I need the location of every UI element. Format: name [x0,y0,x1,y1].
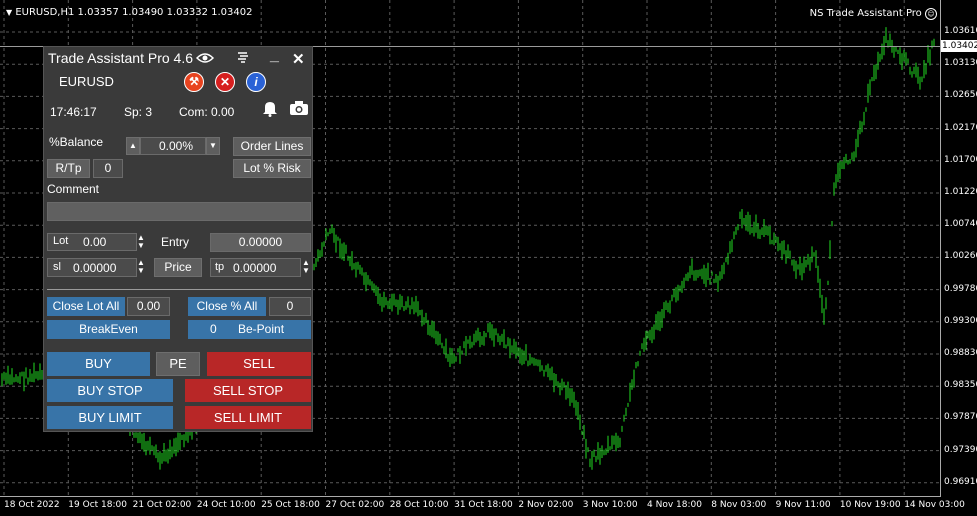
lot-risk-button[interactable]: Lot % Risk [233,159,311,178]
panel-title[interactable]: Trade Assistant Pro 4.6 [48,50,193,66]
balance-label: %Balance [49,135,104,149]
cancel-icon[interactable]: ✕ [215,72,235,92]
close-panel-button[interactable]: ✕ [292,50,305,68]
time-axis-label: 10 Nov 19:00 [839,500,901,510]
expert-advisor-name: NS Trade Assistant Pro ☺ [810,8,937,20]
lot-spinner[interactable]: ▲ ▼ [137,234,145,250]
be-point-field[interactable]: 0 Be-Point [188,320,311,339]
time-axis-label: 21 Oct 02:00 [132,500,192,510]
time-axis-label: 14 Nov 03:00 [904,500,965,510]
balance-percent-input[interactable]: 0.00% [140,137,206,155]
comment-input[interactable] [47,202,311,221]
price-axis-label: 0.99300 [944,315,977,326]
entry-label: Entry [161,235,190,249]
pe-button[interactable]: PE [156,352,200,376]
price-axis-label: 0.98350 [944,380,977,391]
lot-field[interactable]: Lot 0.00 [47,233,137,251]
close-percent-all-button[interactable]: Close % All [188,297,266,316]
entry-input[interactable]: 0.00000 [210,233,311,252]
rtp-button[interactable]: R/Tp [47,159,90,178]
time-axis-label: 8 Nov 03:00 [711,500,767,510]
minimize-button[interactable]: _ [270,47,279,65]
close-percent-input[interactable]: 0 [269,297,311,316]
tp-input[interactable]: 0.00000 [233,261,276,275]
commission-readout: Com: 0.00 [179,105,235,119]
time-axis-label: 27 Oct 02:00 [325,500,385,510]
buy-button[interactable]: BUY [47,352,150,376]
time-axis-label: 31 Oct 18:00 [454,500,513,510]
price-axis-label: 0.98830 [944,348,977,358]
time-axis-label: 4 Nov 18:00 [647,500,702,510]
tp-field[interactable]: tp 0.00000 [210,258,301,277]
lot-input[interactable]: 0.00 [83,235,106,249]
price-axis-label: 1.00260 [944,251,977,262]
chart-symbol-header: ▼ EURUSD,H1 1.03357 1.03490 1.03332 1.03… [6,7,253,18]
trade-assistant-panel[interactable]: Trade Assistant Pro 4.6 _ ✕ EURUSD ⚒ ✕ i… [43,46,313,432]
time-axis-label: 28 Oct 10:00 [389,500,449,510]
close-lot-all-button[interactable]: Close Lot All [47,297,125,316]
buy-stop-button[interactable]: BUY STOP [47,379,173,402]
eye-icon[interactable] [196,52,214,64]
bell-icon[interactable] [262,100,278,117]
price-axis-label: 0.97870 [944,412,977,423]
sell-limit-button[interactable]: SELL LIMIT [185,406,311,429]
price-axis-label: 1.02650 [944,90,977,101]
price-axis-label: 0.99780 [944,283,977,294]
info-icon[interactable]: i [246,72,266,92]
current-price-tag: 1.03402 [941,40,977,52]
be-point-input[interactable]: 0 [210,320,217,339]
sl-label: sl [53,261,61,273]
time-axis-label: 18 Oct 2022 [4,500,60,510]
server-time: 17:46:17 [50,105,97,119]
symbol-label: EURUSD [59,74,114,89]
price-axis-label: 1.02170 [944,122,977,133]
time-axis-label: 9 Nov 11:00 [775,500,831,510]
price-axis-label: 1.01700 [944,154,977,165]
wrench-icon[interactable]: ⚒ [184,72,204,92]
buy-limit-button[interactable]: BUY LIMIT [47,406,173,429]
tp-spinner[interactable]: ▲ ▼ [302,259,310,275]
order-lines-button[interactable]: Order Lines [233,137,311,156]
lot-label: Lot [53,235,69,247]
balance-up-button[interactable]: ▲ [126,137,140,155]
rtp-input[interactable]: 0 [93,159,123,178]
tp-label: tp [215,261,225,273]
chart-dropdown-icon[interactable]: ▼ [6,8,12,17]
price-axis-label: 1.03610 [944,26,977,36]
sell-button[interactable]: SELL [207,352,311,376]
section-divider [47,289,311,290]
sl-input[interactable]: 0.00000 [73,261,116,275]
price-button[interactable]: Price [154,258,202,277]
sl-spinner[interactable]: ▲ ▼ [137,259,145,275]
sell-stop-button[interactable]: SELL STOP [185,379,311,402]
balance-down-button[interactable]: ▼ [206,137,220,155]
sl-field[interactable]: sl 0.00000 [47,258,137,277]
breakeven-button[interactable]: BreakEven [47,320,170,339]
price-axis-label: 0.97390 [944,444,977,455]
spread-readout: Sp: 3 [124,105,153,119]
be-point-label: Be-Point [238,322,285,336]
price-axis-label: 0.96910 [944,476,977,487]
settings-swirl-icon[interactable] [236,50,250,66]
camera-icon[interactable] [289,100,309,116]
price-axis-label: 1.00740 [944,219,977,230]
price-axis-label: 1.03130 [944,58,977,69]
price-axis-label: 1.01220 [944,187,977,197]
smiley-icon: ☺ [925,8,937,20]
time-axis-label: 25 Oct 18:00 [261,500,320,510]
time-axis-label: 24 Oct 10:00 [196,500,256,510]
time-axis-label: 2 Nov 02:00 [518,500,574,510]
time-axis-label: 3 Nov 10:00 [582,500,638,510]
comment-label: Comment [47,182,100,196]
time-axis-label: 19 Oct 18:00 [68,500,127,510]
close-lot-input[interactable]: 0.00 [127,297,170,316]
